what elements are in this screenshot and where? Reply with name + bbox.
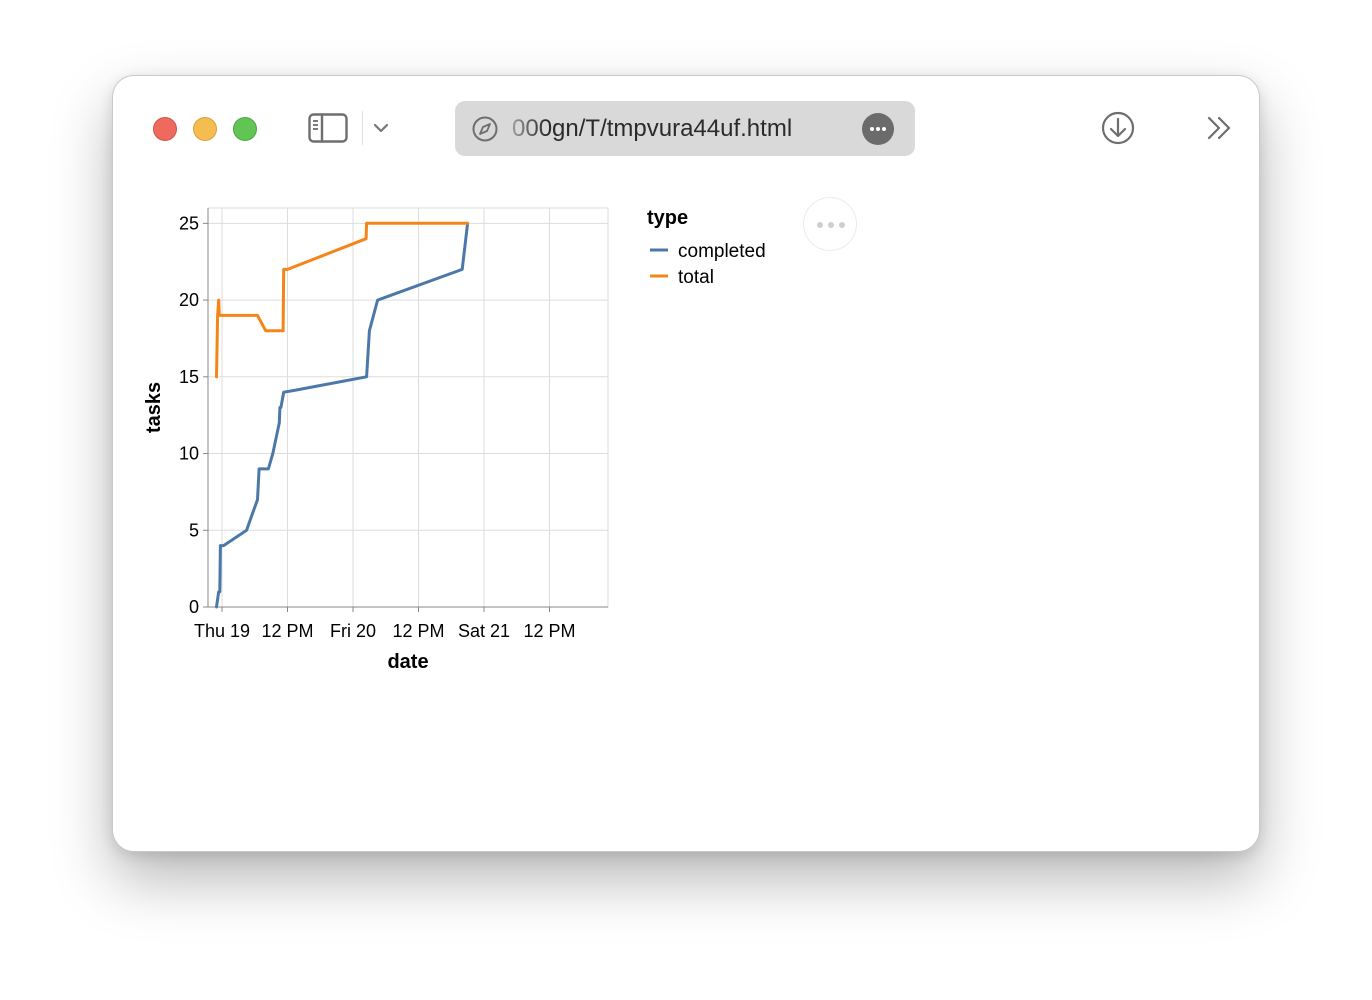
minimize-window-button[interactable] [193,117,217,141]
toolbar-overflow-icon[interactable] [1205,114,1235,142]
close-window-button[interactable] [153,117,177,141]
url-text: 000gn/T/tmpvura44uf.html [512,115,793,142]
chart: 0 5 10 15 20 25 Thu 19 12 PM Fri 20 12 PM Sat 21 12… [143,207,766,673]
zoom-window-button[interactable] [233,117,257,141]
plot-frame [207,207,609,608]
x-tick-label: 12 PM [261,621,313,641]
chevron-down-icon[interactable] [371,118,391,138]
compass-icon [472,116,498,142]
y-tick-label: 0 [189,597,199,617]
x-tick-label: 12 PM [392,621,444,641]
y-tick-label: 25 [179,213,199,233]
address-bar[interactable]: 000gn/T/tmpvura44uf.html [455,101,915,156]
download-icon[interactable] [1100,110,1136,146]
series-line-completed [215,221,470,609]
y-axis-title: tasks [143,382,165,433]
legend-label: completed [678,241,766,262]
legend-label: total [678,267,714,288]
browser-window: 000gn/T/tmpvura44uf.html 0 5 10 15 20 25 Thu 1… [112,75,1260,852]
x-tick-label: Sat 21 [458,621,510,641]
page-menu-icon[interactable] [862,113,894,145]
x-tick-label: Fri 20 [330,621,376,641]
toolbar-divider [362,111,363,145]
y-tick-label: 15 [179,367,199,387]
x-axis-title: date [387,651,428,673]
legend-title: type [647,207,688,229]
x-tick-label: 12 PM [523,621,575,641]
y-tick-label: 5 [189,520,199,540]
y-tick-label: 10 [179,444,199,464]
x-tick-label: Thu 19 [194,621,250,641]
sidebar-toggle-icon[interactable] [308,113,348,143]
y-tick-label: 20 [179,290,199,310]
